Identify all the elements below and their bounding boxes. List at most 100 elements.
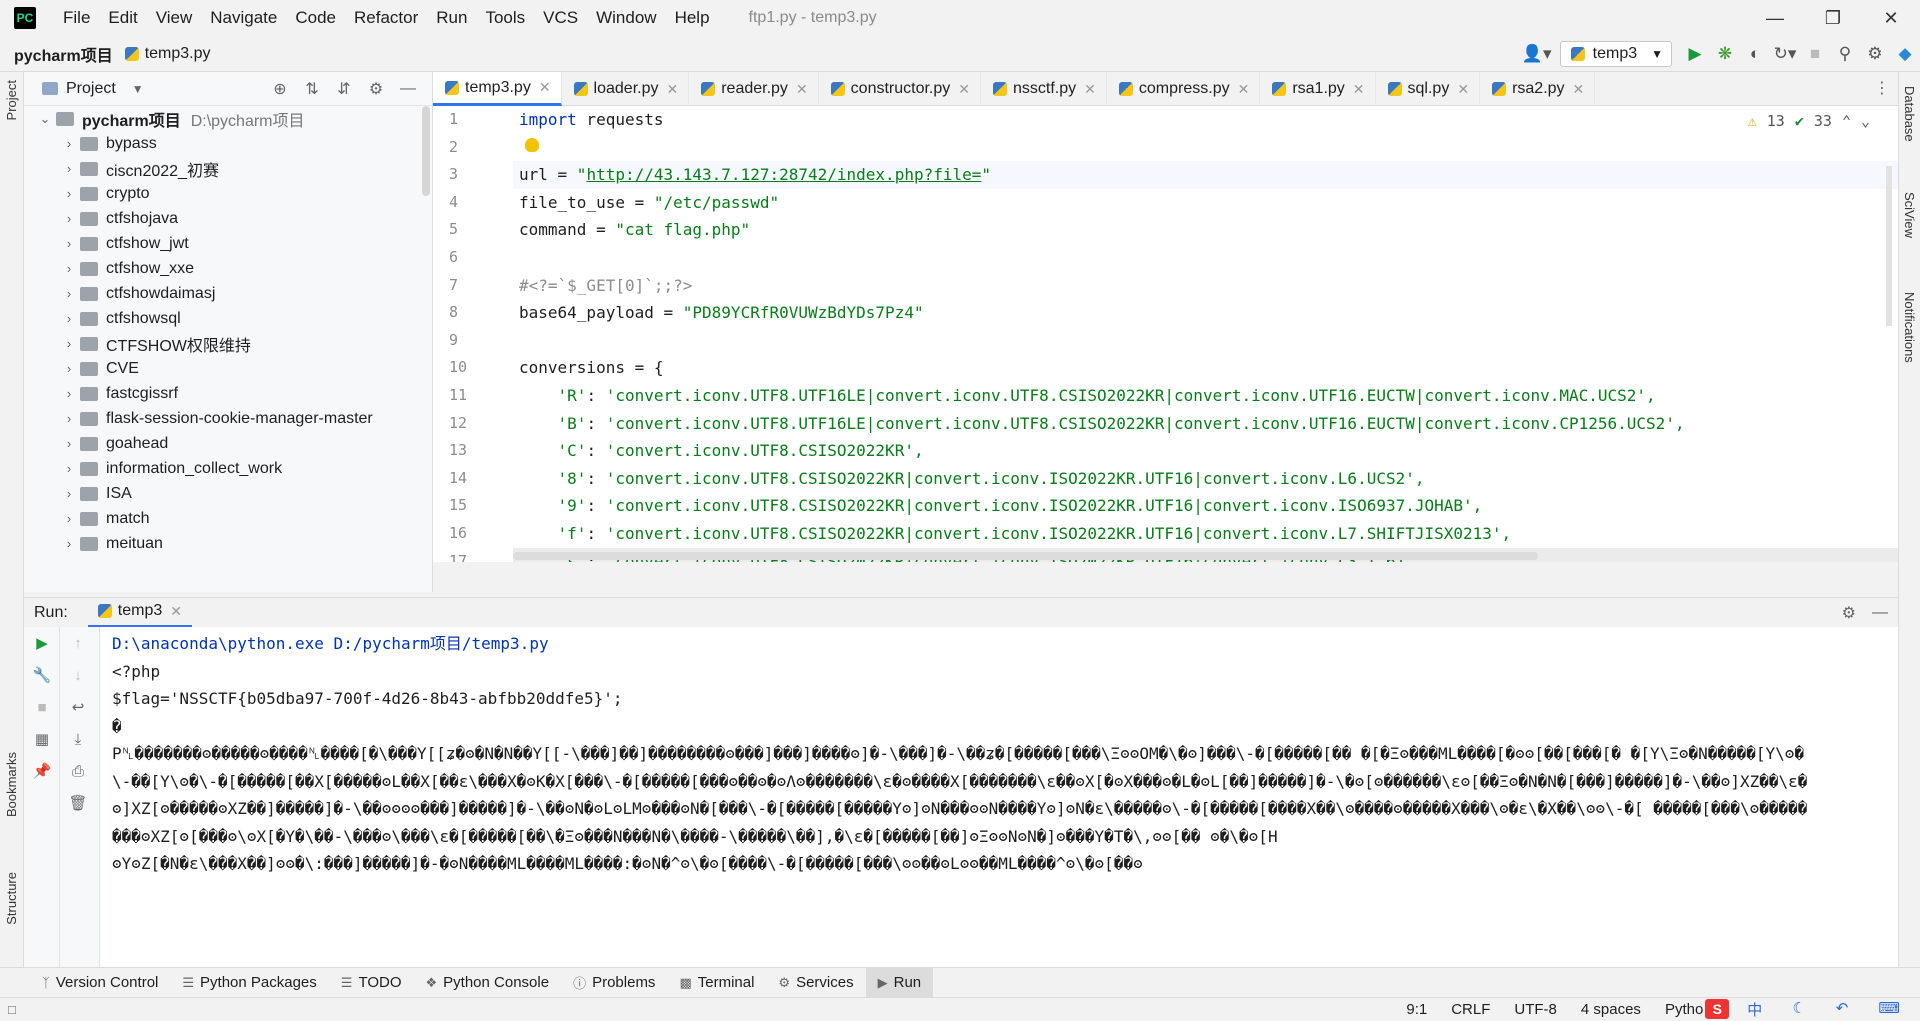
tree-item[interactable]: › fastcgissrf <box>24 381 420 406</box>
tree-item[interactable]: › ctfshowsql <box>24 306 420 331</box>
tree-item[interactable]: › ciscn2022_初赛 <box>24 156 420 181</box>
tree-item[interactable]: › ctfshow_xxe <box>24 256 420 281</box>
chevron-down-icon[interactable]: ▼ <box>132 82 144 96</box>
collapse-all-icon[interactable]: ⇵ <box>328 79 360 99</box>
chevron-up-icon[interactable]: ⌃ <box>1842 112 1851 130</box>
tree-item[interactable]: › goahead <box>24 431 420 456</box>
chevron-right-icon[interactable]: › <box>58 361 80 376</box>
menu-edit[interactable]: Edit <box>99 0 146 36</box>
breadcrumb-project[interactable]: pycharm项目 <box>14 42 113 66</box>
tree-item[interactable]: › flask-session-cookie-manager-master <box>24 406 420 431</box>
close-icon[interactable]: ✕ <box>1862 0 1920 36</box>
stop-icon[interactable]: ■ <box>1800 39 1830 69</box>
tab-rsa2[interactable]: rsa2.py ✕ <box>1480 72 1596 106</box>
trash-icon[interactable]: 🗑 <box>60 787 96 819</box>
coverage-icon[interactable]: ◐ <box>1740 39 1770 69</box>
line-separator[interactable]: CRLF <box>1439 1001 1502 1018</box>
expand-all-icon[interactable]: ⇅ <box>296 79 328 99</box>
url-link[interactable]: http://43.143.7.127:28742/index.php?file… <box>586 165 981 184</box>
run-icon[interactable]: ▶ <box>1680 39 1710 69</box>
chevron-right-icon[interactable]: › <box>58 461 80 476</box>
tab-terminal[interactable]: ▩ Terminal <box>667 968 766 998</box>
tree-scrollbar[interactable] <box>422 106 430 196</box>
structure-tool-tab[interactable]: Structure <box>4 872 19 925</box>
tree-item[interactable]: › ctfshow_jwt <box>24 231 420 256</box>
chevron-right-icon[interactable]: › <box>58 186 80 201</box>
code-editor[interactable]: 1 2 3 4 5 6 7 8 9 10 11 12 13 14 15 16 1… <box>433 106 1898 562</box>
tab-version-control[interactable]: ᛉ Version Control <box>30 968 170 998</box>
inspection-widget[interactable]: ⚠ 13 ✔ 33 ⌃ ⌄ <box>1748 112 1870 130</box>
scroll-to-end-icon[interactable]: ⤓ <box>60 723 96 755</box>
tree-item[interactable]: › ctfshowdaimasj <box>24 281 420 306</box>
pin-icon[interactable]: 📌 <box>24 755 60 787</box>
close-icon[interactable]: ✕ <box>170 603 182 620</box>
square-icon[interactable]: □ <box>8 1002 16 1017</box>
tree-item[interactable]: › bypass <box>24 131 420 156</box>
file-encoding[interactable]: UTF-8 <box>1502 1001 1569 1018</box>
project-view-select[interactable]: Project <box>66 80 116 98</box>
project-tool-tab[interactable]: Project <box>4 80 19 120</box>
close-icon[interactable]: ✕ <box>1084 81 1096 98</box>
gear-icon[interactable]: ⚙ <box>1860 39 1890 69</box>
menu-view[interactable]: View <box>147 0 202 36</box>
locate-icon[interactable]: ⊕ <box>264 79 296 99</box>
maximize-icon[interactable]: ❐ <box>1804 0 1862 36</box>
chevron-right-icon[interactable]: › <box>58 511 80 526</box>
menu-code[interactable]: Code <box>286 0 345 36</box>
chevron-right-icon[interactable]: › <box>58 411 80 426</box>
close-icon[interactable]: ✕ <box>1238 81 1250 98</box>
hide-icon[interactable]: — <box>392 80 424 98</box>
chevron-right-icon[interactable]: › <box>58 161 80 176</box>
moon-icon[interactable]: ☾ <box>1780 999 1817 1020</box>
hide-icon[interactable]: — <box>1872 604 1888 622</box>
tab-nssctf[interactable]: nssctf.py ✕ <box>981 72 1107 106</box>
menu-refactor[interactable]: Refactor <box>345 0 427 36</box>
tab-python-packages[interactable]: ☰ Python Packages <box>170 968 328 998</box>
bookmarks-tool-tab[interactable]: Bookmarks <box>4 752 19 817</box>
chevron-right-icon[interactable]: › <box>58 136 80 151</box>
tab-loader[interactable]: loader.py ✕ <box>562 72 690 106</box>
indent-setting[interactable]: 4 spaces <box>1569 1001 1653 1018</box>
gear-icon[interactable]: ⚙ <box>1842 603 1856 623</box>
sciview-tool-tab[interactable]: SciView <box>1902 192 1917 238</box>
chevron-down-icon[interactable]: ⌄ <box>34 111 56 127</box>
tab-run[interactable]: ▶ Run <box>865 967 934 998</box>
run-config-select[interactable]: temp3 ▼ <box>1559 41 1672 67</box>
chevron-right-icon[interactable]: › <box>58 336 80 351</box>
layout-icon[interactable]: ▦ <box>24 723 60 755</box>
search-icon[interactable]: ⚲ <box>1830 39 1860 69</box>
close-icon[interactable]: ✕ <box>796 81 808 98</box>
close-icon[interactable]: ✕ <box>1573 81 1585 98</box>
breadcrumb-file[interactable]: temp3.py <box>145 45 211 63</box>
chevron-down-icon[interactable]: ⌄ <box>1861 112 1870 130</box>
menu-file[interactable]: File <box>54 0 99 36</box>
soft-wrap-icon[interactable]: ↩ <box>60 691 96 723</box>
tree-item[interactable]: › CTFSHOW权限维持 <box>24 331 420 356</box>
profile-icon[interactable]: ↻▾ <box>1770 39 1800 69</box>
tab-constructor[interactable]: constructor.py ✕ <box>819 72 982 106</box>
close-icon[interactable]: ✕ <box>666 81 678 98</box>
undo-icon[interactable]: ↶ <box>1824 999 1861 1020</box>
editor-vertical-scrollbar[interactable] <box>1886 166 1892 326</box>
more-icon[interactable]: ⋮ <box>1874 72 1890 106</box>
chevron-right-icon[interactable]: › <box>58 486 80 501</box>
tree-item[interactable]: › ISA <box>24 481 420 506</box>
chevron-right-icon[interactable]: › <box>58 386 80 401</box>
tree-item[interactable]: › information_collect_work <box>24 456 420 481</box>
chevron-right-icon[interactable]: › <box>58 211 80 226</box>
print-icon[interactable]: ⎙ <box>60 755 96 787</box>
user-icon[interactable]: 👤▾ <box>1522 39 1552 69</box>
tab-services[interactable]: ⚙ Services <box>766 968 865 998</box>
close-icon[interactable]: ✕ <box>958 81 970 98</box>
chevron-right-icon[interactable]: › <box>58 311 80 326</box>
tree-item[interactable]: › ctfshojava <box>24 206 420 231</box>
close-icon[interactable]: ✕ <box>1353 81 1365 98</box>
chevron-right-icon[interactable]: › <box>58 436 80 451</box>
menu-tools[interactable]: Tools <box>476 0 534 36</box>
close-icon[interactable]: ✕ <box>1457 81 1469 98</box>
tab-python-console[interactable]: ❖ Python Console <box>414 968 562 998</box>
menu-vcs[interactable]: VCS <box>534 0 587 36</box>
wrench-icon[interactable]: 🔧 <box>24 659 60 691</box>
notifications-tool-tab[interactable]: Notifications <box>1902 292 1917 363</box>
tab-sql[interactable]: sql.py ✕ <box>1376 72 1481 106</box>
